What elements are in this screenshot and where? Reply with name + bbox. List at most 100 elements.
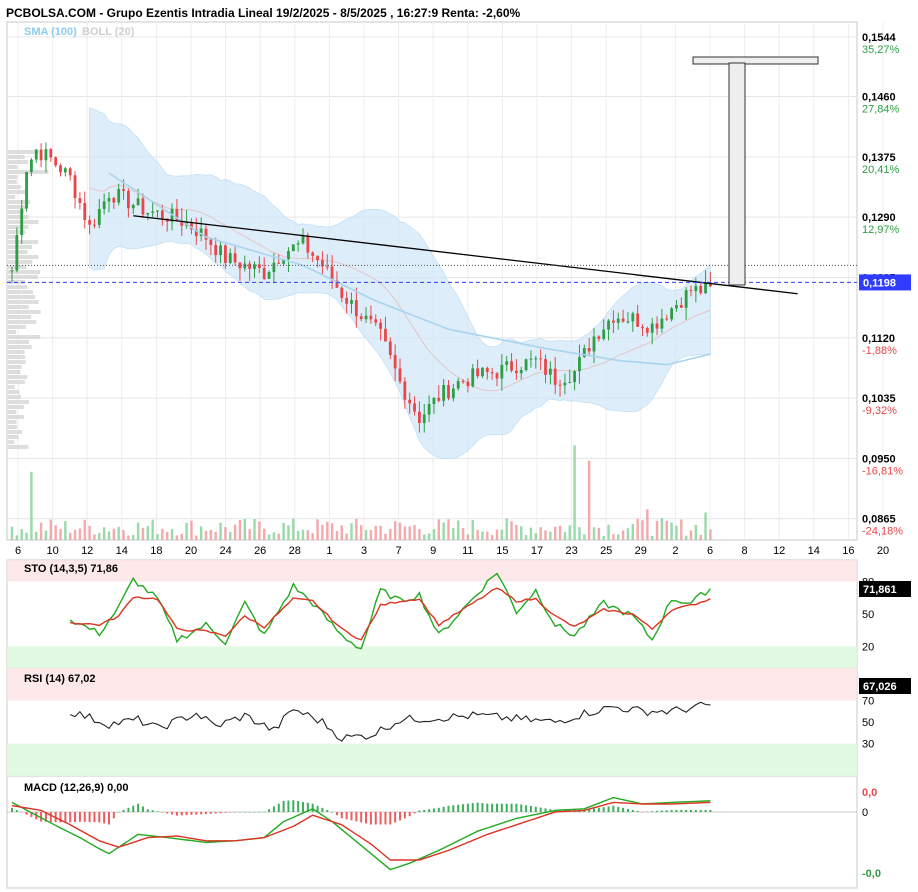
volume-bar-78 bbox=[389, 528, 392, 540]
volume-bar-90 bbox=[447, 519, 450, 540]
volume-bar-109 bbox=[539, 527, 542, 540]
volume-bar-32 bbox=[166, 531, 169, 540]
candle-body-128 bbox=[631, 313, 635, 322]
macd-hist-32 bbox=[166, 812, 169, 814]
candle-body-11 bbox=[63, 168, 67, 173]
volume-profile-bar-56 bbox=[8, 430, 22, 434]
macd-axis-top: 0,0 bbox=[862, 787, 877, 799]
price-pct-7: -16,81% bbox=[862, 465, 903, 477]
volume-bar-139 bbox=[684, 535, 688, 540]
volume-bar-118 bbox=[583, 534, 586, 540]
volume-bar-75 bbox=[374, 525, 377, 540]
candle-body-141 bbox=[694, 285, 698, 292]
macd-hist-13 bbox=[74, 812, 77, 823]
volume-bar-72 bbox=[360, 525, 363, 540]
macd-hist-21 bbox=[112, 812, 115, 819]
macd-hist-29 bbox=[151, 810, 154, 812]
date-tick-14: 15 bbox=[496, 545, 508, 557]
volume-bar-45 bbox=[229, 531, 232, 540]
volume-bar-19 bbox=[102, 527, 106, 540]
volume-bar-20 bbox=[107, 531, 111, 540]
volume-bar-25 bbox=[132, 534, 135, 540]
candle-body-95 bbox=[471, 368, 475, 387]
candle-body-114 bbox=[563, 382, 567, 386]
macd-hist-14 bbox=[78, 812, 81, 822]
volume-bar-29 bbox=[151, 519, 154, 540]
volume-profile-bar-33 bbox=[8, 315, 32, 319]
volume-profile-bar-34 bbox=[8, 320, 37, 324]
candle-body-81 bbox=[403, 381, 407, 400]
macd-hist-70 bbox=[350, 812, 353, 821]
candle-body-61 bbox=[306, 236, 310, 253]
target-bar-stem bbox=[728, 62, 746, 286]
candle-body-77 bbox=[384, 328, 387, 342]
volume-bar-42 bbox=[214, 531, 217, 540]
volume-bar-7 bbox=[44, 530, 48, 540]
macd-hist-139 bbox=[685, 809, 688, 812]
macd-hist-130 bbox=[641, 812, 644, 813]
candle-body-93 bbox=[461, 380, 465, 382]
volume-bar-13 bbox=[73, 529, 77, 540]
macd-hist-133 bbox=[656, 810, 659, 812]
volume-bar-50 bbox=[253, 518, 256, 540]
volume-profile-bar-54 bbox=[8, 420, 17, 424]
macd-hist-122 bbox=[602, 807, 605, 812]
chart-title: PCBOLSA.COM - Grupo Ezentis Intradia Lin… bbox=[6, 6, 521, 20]
candle-body-73 bbox=[364, 315, 368, 320]
date-tick-5: 20 bbox=[185, 545, 197, 557]
macd-hist-27 bbox=[141, 806, 144, 812]
volume-profile-bar-19 bbox=[8, 245, 32, 249]
volume-profile-bar-38 bbox=[8, 340, 29, 344]
candle-body-14 bbox=[78, 198, 82, 203]
candle-body-69 bbox=[345, 297, 349, 304]
macd-hist-35 bbox=[180, 812, 183, 816]
candle-body-29 bbox=[151, 211, 155, 213]
volume-profile-bar-45 bbox=[8, 375, 28, 379]
macd-hist-53 bbox=[268, 809, 271, 812]
candle-body-131 bbox=[645, 328, 649, 333]
volume-bar-64 bbox=[321, 524, 324, 540]
volume-bar-144 bbox=[709, 529, 712, 540]
macd-hist-65 bbox=[326, 809, 329, 812]
macd-hist-49 bbox=[248, 812, 251, 813]
macd-hist-129 bbox=[636, 810, 639, 812]
candle-body-45 bbox=[228, 253, 232, 263]
volume-profile-bar-37 bbox=[8, 335, 41, 339]
volume-profile-bar-7 bbox=[8, 185, 22, 189]
volume-profile-bar-0 bbox=[8, 150, 39, 154]
volume-profile-bar-21 bbox=[8, 255, 39, 259]
candle-body-142 bbox=[699, 285, 703, 294]
macd-hist-12 bbox=[69, 812, 72, 823]
volume-bar-21 bbox=[112, 528, 116, 540]
volume-bar-101 bbox=[500, 529, 504, 540]
macd-hist-23 bbox=[122, 809, 125, 812]
candle-body-6 bbox=[39, 149, 43, 161]
date-tick-16: 23 bbox=[565, 545, 577, 557]
date-tick-9: 1 bbox=[326, 545, 332, 557]
candle-body-82 bbox=[408, 399, 412, 404]
candle-body-21 bbox=[112, 198, 116, 203]
volume-profile-bar-52 bbox=[8, 410, 17, 414]
candle-body-20 bbox=[107, 198, 111, 202]
volume-bar-123 bbox=[607, 524, 610, 540]
volume-bar-1 bbox=[15, 535, 19, 540]
volume-profile-bar-27 bbox=[8, 285, 28, 289]
volume-bar-70 bbox=[350, 523, 353, 540]
candle-body-8 bbox=[49, 149, 53, 158]
candle-body-31 bbox=[160, 210, 164, 219]
candle-body-98 bbox=[485, 367, 489, 373]
candle-body-5 bbox=[34, 149, 38, 160]
volume-bar-119 bbox=[587, 460, 591, 540]
volume-profile-bar-51 bbox=[8, 405, 24, 409]
volume-profile-bar-31 bbox=[8, 305, 29, 309]
macd-hist-102 bbox=[505, 803, 508, 812]
macd-hist-19 bbox=[103, 812, 106, 824]
macd-hist-91 bbox=[452, 805, 455, 812]
candle-body-143 bbox=[704, 282, 707, 294]
macd-hist-64 bbox=[321, 807, 324, 812]
candle-body-123 bbox=[607, 320, 610, 330]
volume-bar-61 bbox=[306, 530, 310, 540]
volume-profile-bar-47 bbox=[8, 385, 15, 389]
rsi-title: RSI (14) 67,02 bbox=[24, 673, 96, 685]
macd-hist-88 bbox=[437, 807, 440, 812]
